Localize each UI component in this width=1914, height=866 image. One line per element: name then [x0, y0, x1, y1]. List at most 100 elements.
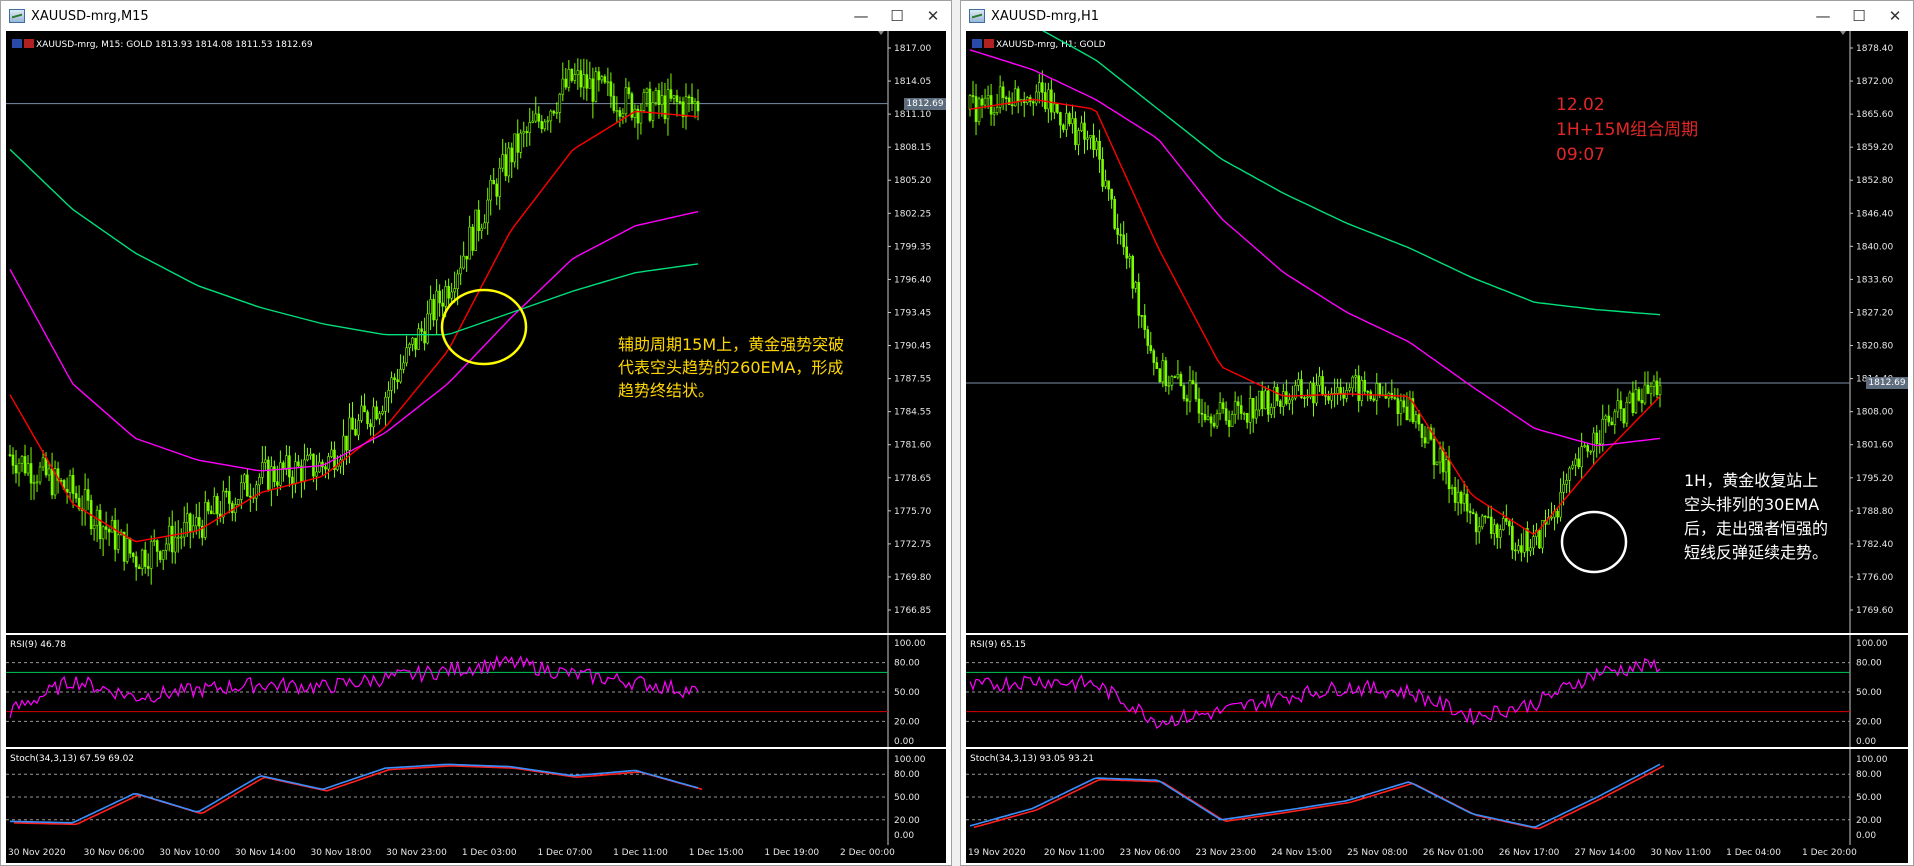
- candle-body: [194, 517, 198, 527]
- candle-body: [1360, 379, 1364, 401]
- stoch-signal-line: [13, 765, 703, 826]
- time-axis-label: 24 Nov 15:00: [1271, 848, 1332, 858]
- rsi-pane[interactable]: RSI(9) 46.78 100.00 80.00 50.00 20.00 0.00: [6, 635, 946, 747]
- candle-body: [324, 466, 327, 470]
- candle-body: [1086, 137, 1089, 140]
- candle-body: [1303, 397, 1306, 399]
- candle-body: [104, 526, 108, 530]
- candle-body: [992, 112, 996, 115]
- candle-body: [543, 121, 547, 130]
- candle-body: [1197, 398, 1201, 414]
- price-chart[interactable]: XAUUSD-mrg, M15: GOLD 1813.93 1814.08 18…: [6, 31, 946, 633]
- price-axis-label: 1811.10: [894, 110, 931, 120]
- close-button[interactable]: ✕: [915, 1, 951, 31]
- candle-body: [537, 113, 541, 122]
- candle-body: [1372, 398, 1376, 401]
- candle-body: [980, 98, 984, 106]
- time-axis-label: 26 Nov 01:00: [1422, 848, 1484, 858]
- candle-body: [1080, 122, 1083, 131]
- title-bar[interactable]: XAUUSD-mrg,M15 — ☐ ✕: [1, 1, 951, 31]
- price-axis-label: 1872.00: [1856, 77, 1893, 87]
- title-bar[interactable]: XAUUSD-mrg,H1 — ☐ ✕: [961, 1, 1913, 31]
- time-axis-label: 19 Nov 2020: [968, 848, 1026, 858]
- maximize-button[interactable]: ☐: [1841, 1, 1877, 31]
- candle-body: [1140, 315, 1144, 317]
- rsi-chart[interactable]: RSI(9) 65.15 100.00 80.00 50.00 20.00 0.00: [966, 635, 1908, 747]
- candle-body: [1047, 89, 1050, 110]
- window-title: XAUUSD-mrg,M15: [31, 8, 149, 24]
- minimize-button[interactable]: —: [1805, 1, 1841, 31]
- stoch-pane[interactable]: Stoch(34,3,13) 67.59 69.02 100.00 80.00 50…: [6, 749, 946, 845]
- time-axis-label: 23 Nov 06:00: [1119, 848, 1181, 858]
- candle-body: [579, 70, 583, 88]
- candle-body: [1227, 420, 1231, 427]
- chart-window-h1[interactable]: XAUUSD-mrg,H1 — ☐ ✕ XAUUSD-mrg, H1: GOLD…: [960, 0, 1914, 866]
- candle-body: [1242, 413, 1246, 415]
- stoch-axis-label: 0.00: [1856, 831, 1876, 841]
- candle-body: [41, 457, 45, 468]
- candle-body: [684, 96, 688, 118]
- candle-body: [1318, 376, 1321, 386]
- rsi-label: RSI(9) 46.78: [10, 640, 66, 650]
- candle-body: [390, 377, 393, 391]
- stoch-pane[interactable]: Stoch(34,3,13) 93.05 93.21 100.00 80.00 50…: [966, 749, 1908, 845]
- candle-body: [582, 74, 586, 88]
- candle-body: [1098, 140, 1101, 160]
- candle-body: [309, 453, 312, 456]
- stoch-axis-label: 100.00: [1856, 755, 1888, 765]
- candle-body: [1393, 397, 1397, 399]
- rsi-chart[interactable]: RSI(9) 46.78 100.00 80.00 50.00 20.00 0.00: [6, 635, 946, 747]
- stochastic-chart[interactable]: Stoch(34,3,13) 93.05 93.21 100.00 80.00 50…: [966, 749, 1908, 845]
- symbol-flag-icon: [984, 39, 994, 48]
- candle-body: [1417, 414, 1421, 425]
- price-pane[interactable]: XAUUSD-mrg, M15: GOLD 1813.93 1814.08 18…: [6, 31, 946, 633]
- candle-body: [1450, 487, 1454, 490]
- candle-body: [1453, 487, 1457, 503]
- rsi-axis-label: 100.00: [1856, 639, 1888, 649]
- price-axis-label: 1827.20: [1856, 308, 1893, 318]
- stoch-axis-label: 50.00: [1856, 793, 1882, 803]
- candle-body: [11, 454, 15, 466]
- candle-body: [624, 87, 628, 114]
- candle-body: [1459, 491, 1463, 504]
- candle-body: [693, 101, 697, 104]
- maximize-button[interactable]: ☐: [879, 1, 915, 31]
- candle-body: [279, 462, 282, 486]
- price-pane[interactable]: XAUUSD-mrg, H1: GOLD 1878.40 1872.00 1865.…: [966, 31, 1908, 633]
- candle-body: [1077, 130, 1080, 145]
- candle-body: [1291, 397, 1294, 401]
- candle-body: [1071, 118, 1074, 125]
- minimize-button[interactable]: —: [843, 1, 879, 31]
- close-button[interactable]: ✕: [1877, 1, 1913, 31]
- candle-body: [1185, 398, 1189, 402]
- candle-body: [1634, 389, 1638, 414]
- time-axis-label: 2 Dec 00:00: [840, 848, 895, 858]
- candle-body: [1215, 413, 1219, 427]
- candle-body: [522, 131, 526, 134]
- candle-body: [240, 482, 243, 500]
- candle-body: [1101, 158, 1104, 187]
- stoch-label: Stoch(34,3,13) 93.05 93.21: [970, 754, 1094, 764]
- symbol-flag-icon: [972, 39, 982, 48]
- candle-body: [288, 455, 291, 478]
- stochastic-chart[interactable]: Stoch(34,3,13) 67.59 69.02 100.00 80.00 50…: [6, 749, 946, 845]
- candle-body: [297, 461, 300, 467]
- candle-body: [597, 71, 601, 81]
- candle-body: [1327, 396, 1330, 401]
- candle-body: [1468, 510, 1472, 513]
- candle-body: [1550, 516, 1553, 519]
- annotation-text: 1H，黄金收复站上 空头排列的30EMA 后，走出强者恒强的 短线反弹延续走势。: [1684, 471, 1829, 562]
- chart-window-m15[interactable]: XAUUSD-mrg,M15 — ☐ ✕ XAUUSD-mrg, M15: GO…: [0, 0, 952, 866]
- highlight-circle: [1560, 510, 1628, 574]
- candle-body: [477, 209, 480, 231]
- candle-body: [222, 490, 225, 518]
- rsi-pane[interactable]: RSI(9) 65.15 100.00 80.00 50.00 20.00 0.00: [966, 635, 1908, 747]
- candle-body: [609, 81, 613, 97]
- candle-body: [1221, 402, 1225, 409]
- candle-body: [393, 377, 396, 381]
- candle-body: [1405, 406, 1409, 421]
- candle-body: [206, 502, 210, 512]
- candle-body: [411, 337, 414, 345]
- chart-app-icon: [9, 9, 25, 23]
- candle-body: [1640, 400, 1644, 404]
